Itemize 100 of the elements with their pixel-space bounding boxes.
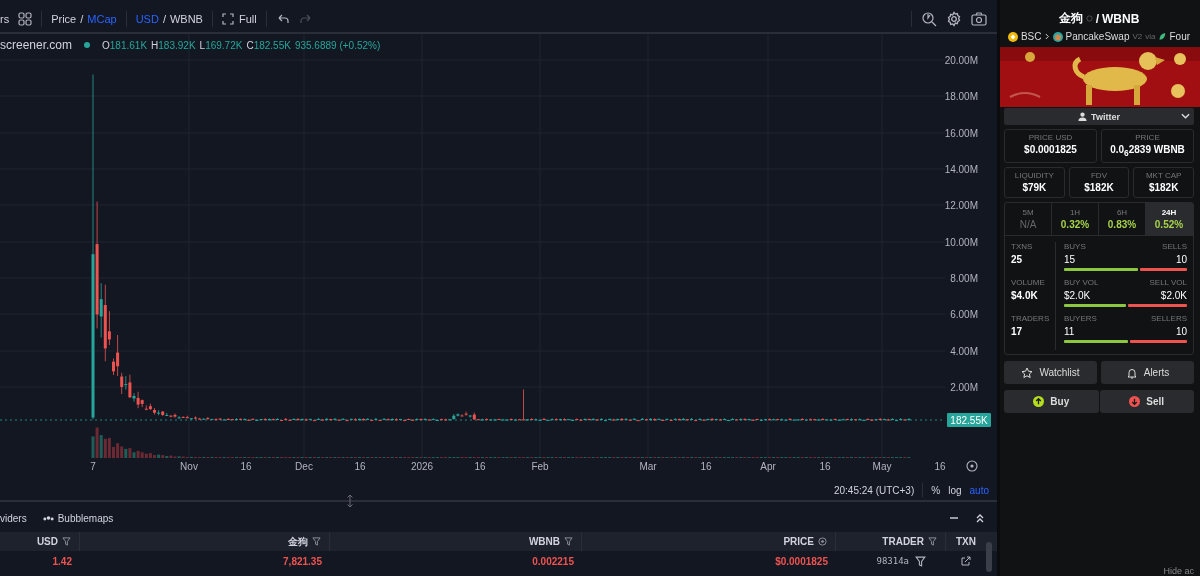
activity-label: VOLUME (1011, 278, 1046, 287)
sell-label: SELLERS (1150, 314, 1187, 323)
slash-separator: / (80, 13, 84, 25)
column-header[interactable]: PRICE (582, 532, 836, 551)
y-axis-label: 16.00M (944, 128, 978, 139)
trader-address[interactable]: 98314a (876, 556, 909, 566)
coin-icon[interactable] (818, 537, 827, 546)
dex-name[interactable]: PancakeSwap (1065, 31, 1130, 42)
buy-value: 15 (1064, 254, 1076, 265)
x-axis-label: 7 (90, 461, 96, 472)
x-axis-label: Nov (180, 461, 198, 472)
sell-label: SELL VOL (1149, 278, 1187, 287)
sell-label: SELLS (1162, 242, 1187, 251)
toggle-option[interactable]: Price (51, 13, 77, 25)
column-header[interactable]: WBNB (330, 532, 582, 551)
timeframe-tab[interactable]: 24H 0.52% (1146, 203, 1193, 235)
column-header[interactable]: USD (0, 532, 80, 551)
activity-value: 25 (1011, 254, 1024, 265)
indicators-label[interactable]: rs (0, 13, 10, 25)
ohlc-value: 182.55K (253, 39, 291, 51)
filter-icon[interactable] (564, 537, 573, 546)
y-axis-label: 2.00M (950, 382, 978, 393)
stat-value: $0.0001825 (1024, 144, 1077, 155)
toggle-option[interactable]: USD (135, 13, 159, 25)
activity-label: TXNS (1011, 242, 1034, 251)
price-change: 935.6889 (+0.52%) (294, 39, 381, 51)
timeframe-tab[interactable]: 5M N/A (1005, 203, 1052, 235)
panel-tab[interactable]: Bubblemaps (42, 512, 114, 524)
activity-label: TRADERS (1011, 314, 1051, 323)
launchpad-logo-icon (1158, 32, 1167, 41)
twitter-button[interactable]: Twitter (1004, 108, 1194, 125)
fullscreen-button[interactable]: Full (221, 13, 257, 25)
pair-separator: / (1095, 11, 1099, 26)
buy-value: 11 (1064, 326, 1075, 337)
expand-icon[interactable] (975, 513, 985, 523)
scale-toggle[interactable]: % (931, 484, 941, 496)
stat-label: FDV (1091, 171, 1107, 180)
filter-icon[interactable] (62, 537, 71, 546)
person-icon (1078, 112, 1088, 121)
stat-value: 0.0$_{6}$2839 WBNB (1110, 144, 1185, 158)
ohlc-label: H (151, 39, 159, 51)
sell-value: $2.0K (1160, 290, 1187, 301)
layout-grid-icon[interactable] (18, 12, 33, 26)
filter-icon[interactable] (915, 555, 926, 567)
buy-label: BUYS (1064, 242, 1086, 251)
ohlc-value: 181.61K (109, 39, 148, 51)
x-axis-label: 2026 (410, 461, 434, 472)
scale-toggle[interactable]: auto (969, 484, 989, 496)
filter-icon[interactable] (312, 537, 321, 546)
axis-settings-icon[interactable] (966, 460, 978, 472)
zoom-search-icon[interactable] (921, 11, 937, 27)
table-cell-text: 7,821.35 (282, 554, 323, 569)
hide-hint[interactable]: Hide ac (1163, 566, 1194, 576)
column-header[interactable]: TXN (946, 532, 986, 551)
arrow-up-icon (1033, 396, 1045, 407)
y-axis-label: 4.00M (950, 346, 978, 357)
toggle-option[interactable]: MCap (87, 13, 117, 25)
stat-value: $79K (1022, 182, 1047, 193)
stat-label: LIQUIDITY (1014, 171, 1054, 180)
launchpad-name[interactable]: Four (1169, 31, 1191, 42)
buy-label: BUYERS (1064, 314, 1097, 323)
external-link-icon[interactable] (961, 556, 971, 566)
column-header[interactable]: TRADER (836, 532, 946, 551)
sell-value: 10 (1175, 326, 1187, 337)
table-cell-text: $0.0001825 (774, 554, 829, 569)
bubbles-icon (42, 514, 54, 522)
y-axis-label: 8.00M (950, 273, 978, 284)
table-cell-text: 1.42 (51, 554, 73, 569)
stat-value: $182K (1148, 182, 1179, 193)
toggle-option[interactable]: WBNB (169, 13, 203, 25)
action-button[interactable]: Watchlist (1004, 361, 1097, 384)
x-axis-label: Dec (295, 461, 313, 472)
chain-name[interactable]: BSC (1020, 31, 1042, 42)
ohlc-value: 169.72K (205, 39, 243, 51)
dex-logo-icon (1052, 31, 1063, 42)
timeframe-tab[interactable]: 1H 0.32% (1052, 203, 1099, 235)
chart-time: 20:45:24 (UTC+3) (833, 484, 915, 496)
filter-icon[interactable] (928, 537, 937, 546)
y-axis-label: 12.00M (944, 200, 978, 211)
x-axis-label: 16 (700, 461, 712, 472)
via-label: via (1145, 32, 1156, 41)
scale-toggle[interactable]: log (948, 484, 962, 496)
trade-button[interactable]: Sell (1099, 390, 1194, 413)
camera-icon[interactable] (971, 12, 987, 26)
settings-icon[interactable] (946, 11, 962, 27)
action-button[interactable]: Alerts (1101, 361, 1194, 384)
sell-value: 10 (1175, 254, 1187, 265)
panel-tab[interactable]: viders (0, 512, 27, 524)
buy-value: $2.0K (1064, 290, 1091, 301)
column-header[interactable]: 金狗 (80, 532, 330, 551)
status-dot (84, 42, 91, 48)
x-axis-label: 16 (934, 461, 946, 472)
trade-button[interactable]: Buy (1004, 390, 1099, 413)
x-axis-label: Apr (760, 461, 776, 472)
scrollbar[interactable] (986, 542, 992, 572)
star-icon (1021, 366, 1034, 379)
chain-logo-icon (1007, 31, 1018, 42)
chevron-down-icon[interactable] (1181, 113, 1190, 119)
ohlc-label: L (199, 39, 206, 51)
resize-handle-icon[interactable] (346, 494, 354, 508)
